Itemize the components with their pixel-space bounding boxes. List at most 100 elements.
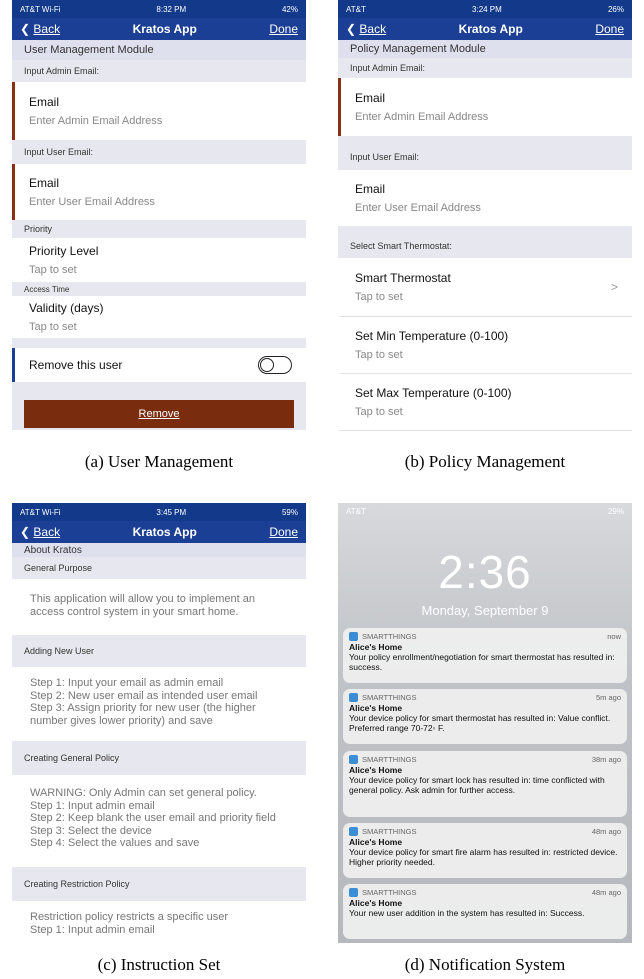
smartthings-icon	[349, 827, 358, 836]
status-bar: AT&T 3:24 PM 26%	[338, 0, 632, 18]
notification-body: Your new user addition in the system has…	[349, 908, 585, 918]
carrier-label: AT&T Wi-Fi	[20, 4, 61, 14]
app-title: Kratos App	[132, 22, 197, 36]
cell-value: Tap to set	[355, 406, 403, 418]
lockscreen-time: 2:36	[438, 546, 532, 598]
creating-policy-text: WARNING: Only Admin can set general poli…	[12, 775, 306, 867]
panel-policy-management: AT&T 3:24 PM 26% ❮ Back Kratos App Done …	[338, 0, 632, 440]
spacer	[12, 338, 306, 348]
nav-bar: ❮ Back Kratos App Done	[12, 521, 306, 543]
notification-time: 48m ago	[591, 827, 621, 836]
priority-level-cell[interactable]: Priority Level Tap to set	[12, 238, 306, 282]
section-header: Priority	[12, 220, 306, 238]
panel-instruction-set: AT&T Wi-Fi 3:45 PM 59% ❮ Back Kratos App…	[12, 503, 306, 943]
back-button[interactable]: ❮ Back	[20, 22, 60, 36]
app-title: Kratos App	[132, 525, 197, 539]
notification-title: Alice's Home	[349, 765, 403, 775]
battery-label: 29%	[607, 506, 624, 516]
cell-value: Tap to set	[29, 321, 77, 333]
done-button[interactable]: Done	[269, 22, 298, 36]
panel-user-management: AT&T Wi-Fi 8:32 PM 42% ❮ Back Kratos App…	[12, 0, 306, 440]
notification-time: 5m ago	[595, 693, 621, 702]
section-header: Access Time	[12, 282, 306, 296]
carrier-label: AT&T Wi-Fi	[20, 507, 61, 517]
notification-card[interactable]: SMARTTHINGS 48m ago Alice's Home Your dev…	[343, 823, 627, 878]
cell-value: Tap to set	[29, 264, 77, 276]
done-button[interactable]: Done	[595, 22, 624, 36]
smartthings-icon	[349, 755, 358, 764]
battery-label: 59%	[281, 507, 298, 517]
status-bar: AT&T 29%	[338, 503, 632, 519]
field-label: Email	[29, 95, 60, 109]
section-header: Input User Email:	[12, 140, 306, 164]
time-label: 3:24 PM	[472, 4, 502, 14]
notification-card[interactable]: SMARTTHINGS 38m ago Alice's Home Your dev…	[343, 751, 627, 817]
smartthings-icon	[349, 632, 358, 641]
back-button[interactable]: ❮ Back	[20, 525, 60, 539]
notification-app: SMARTTHINGS	[362, 693, 417, 702]
field-label: Email	[355, 182, 386, 196]
section-header: Input Admin Email:	[12, 60, 306, 82]
about-title: About Kratos	[12, 543, 306, 557]
smartthings-icon	[349, 888, 358, 897]
remove-user-label: Remove this user	[29, 358, 123, 372]
cell-title: Set Max Temperature (0-100)	[355, 386, 512, 400]
caption-b: (b) Policy Management	[404, 452, 566, 471]
notification-card[interactable]: SMARTTHINGS 5m ago Alice's Home Your devi…	[343, 689, 627, 744]
user-email-field[interactable]: Email Enter User Email Address	[338, 170, 632, 226]
done-button[interactable]: Done	[269, 525, 298, 539]
remove-user-row: Remove this user	[12, 348, 306, 382]
chevron-right-icon: >	[610, 280, 618, 294]
caption-a: (a) User Management	[84, 452, 234, 471]
back-label: Back	[33, 525, 61, 539]
back-label: Back	[33, 22, 61, 36]
max-temperature-cell[interactable]: Set Max Temperature (0-100) Tap to set	[338, 374, 632, 431]
app-title: Kratos App	[458, 22, 523, 36]
panel-notification-system: AT&T 29% 2:36 Monday, September 9 SMARTT…	[338, 503, 632, 943]
field-placeholder: Enter User Email Address	[29, 196, 155, 208]
section-header: General Purpose	[12, 557, 306, 579]
caption-d: (d) Notification System	[404, 955, 566, 974]
field-placeholder: Enter User Email Address	[355, 202, 481, 214]
section-header: Creating General Policy	[12, 741, 306, 775]
smart-thermostat-cell[interactable]: Smart Thermostat Tap to set >	[338, 258, 632, 317]
cell-title: Set Min Temperature (0-100)	[355, 329, 509, 343]
min-temperature-cell[interactable]: Set Min Temperature (0-100) Tap to set	[338, 317, 632, 374]
cell-value: Tap to set	[355, 349, 403, 361]
lockscreen-date: Monday, September 9	[421, 603, 549, 618]
notification-app: SMARTTHINGS	[362, 755, 417, 764]
user-email-field[interactable]: Email Enter User Email Address	[12, 164, 306, 220]
battery-label: 42%	[281, 4, 298, 14]
restriction-policy-text: Restriction policy restricts a specific …	[12, 901, 306, 941]
remove-button[interactable]: Remove	[24, 400, 294, 428]
notification-app: SMARTTHINGS	[362, 888, 417, 897]
field-label: Email	[355, 91, 386, 105]
nav-bar: ❮ Back Kratos App Done	[12, 18, 306, 40]
adding-user-text: Step 1: Input your email as admin email …	[12, 667, 306, 741]
time-label: 8:32 PM	[156, 4, 187, 14]
validity-cell[interactable]: Validity (days) Tap to set	[12, 296, 306, 338]
notification-title: Alice's Home	[349, 898, 403, 908]
caption-c: (c) Instruction Set	[97, 955, 221, 974]
back-button[interactable]: ❮ Back	[346, 22, 386, 36]
battery-label: 26%	[607, 4, 624, 14]
section-header: Select Smart Thermostat:	[338, 226, 632, 258]
field-label: Email	[29, 176, 60, 190]
admin-email-field[interactable]: Email Enter Admin Email Address	[338, 78, 632, 136]
notification-app: SMARTTHINGS	[362, 632, 417, 641]
field-placeholder: Enter Admin Email Address	[355, 111, 489, 123]
notification-body: Your device policy for smart thermostat …	[349, 713, 611, 733]
admin-email-field[interactable]: Email Enter Admin Email Address	[12, 82, 306, 140]
general-purpose-text: This application will allow you to imple…	[12, 579, 306, 635]
carrier-label: AT&T	[346, 506, 366, 516]
time-label: 3:45 PM	[156, 507, 187, 517]
notification-title: Alice's Home	[349, 837, 403, 847]
status-bar: AT&T Wi-Fi 3:45 PM 59%	[12, 503, 306, 521]
notification-card[interactable]: SMARTTHINGS now Alice's Home Your policy …	[343, 628, 627, 683]
field-placeholder: Enter Admin Email Address	[29, 115, 163, 127]
module-title: Policy Management Module	[338, 40, 632, 58]
nav-bar: ❮ Back Kratos App Done	[338, 18, 632, 40]
notification-card[interactable]: SMARTTHINGS 48m ago Alice's Home Your new…	[343, 884, 627, 939]
section-header: Adding New User	[12, 635, 306, 667]
remove-user-toggle[interactable]	[258, 356, 292, 374]
